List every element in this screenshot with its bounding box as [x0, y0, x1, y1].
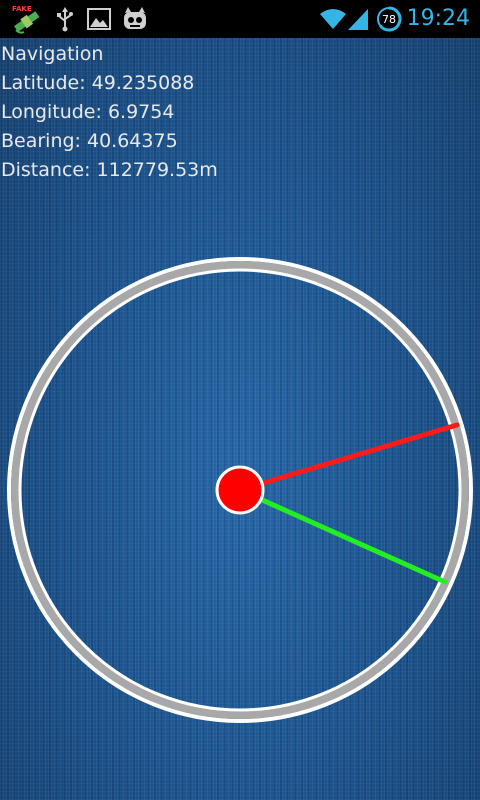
status-bar: FAKE 78 19:24 — [0, 0, 480, 38]
latitude-text: Latitude: 49.235088 — [1, 72, 195, 94]
compass-center-dot — [215, 465, 265, 515]
distance-text: Distance: 112779.53m — [1, 159, 218, 181]
battery-level: 78 — [382, 13, 396, 26]
battery-icon: 78 — [375, 0, 403, 38]
bearing-text: Bearing: 40.64375 — [1, 130, 178, 152]
compass — [7, 257, 473, 723]
cyanogen-icon — [120, 0, 150, 38]
screen: FAKE 78 19:24 Navigation Latitude: 49.23… — [0, 0, 480, 800]
image-icon — [85, 0, 113, 38]
navigation-info: Navigation Latitude: 49.235088 Longitude… — [1, 40, 218, 185]
fake-label: FAKE — [12, 5, 32, 13]
signal-icon — [347, 0, 369, 38]
gps-fake-icon: FAKE — [10, 0, 44, 38]
usb-icon — [52, 0, 78, 38]
bearing-needle-red — [237, 422, 460, 493]
wifi-icon — [318, 0, 348, 38]
clock: 19:24 — [406, 6, 470, 31]
heading-needle-green — [237, 487, 448, 585]
longitude-text: Longitude: 6.9754 — [1, 101, 175, 123]
navigation-title: Navigation — [1, 43, 104, 65]
